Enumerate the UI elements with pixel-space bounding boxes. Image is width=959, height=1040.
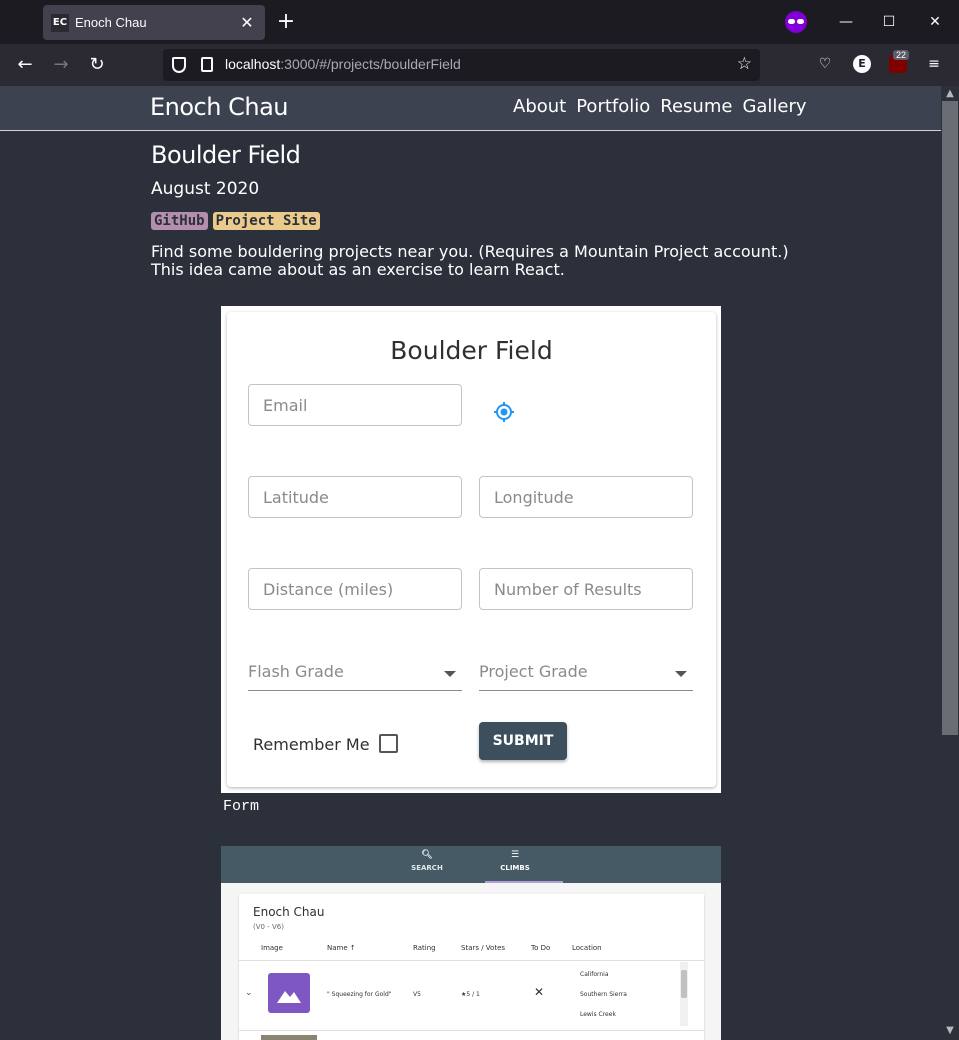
dropdown-arrow-icon — [675, 671, 687, 677]
site-header: Enoch Chau About Portfolio Resume Galler… — [0, 86, 941, 131]
url-bar[interactable]: localhost:3000/#/projects/boulderField ☆ — [163, 49, 760, 81]
my-location-icon — [494, 402, 514, 422]
email-input — [249, 385, 461, 425]
form-caption: Form — [223, 798, 260, 815]
extension-e-icon[interactable]: E — [853, 55, 871, 73]
extension-badge: 22 — [893, 50, 910, 60]
row-location-1: California — [580, 971, 609, 978]
menu-icon[interactable]: ≡ — [925, 55, 943, 73]
row-rating: V5 — [413, 991, 421, 998]
browser-navbar: ← → ↻ localhost:3000/#/projects/boulderF… — [0, 44, 959, 86]
climbs-table: Enoch Chau (V0 - V6) Image Name ↑ Rating… — [239, 894, 704, 1040]
form-screenshot: Boulder Field Email Latitude Longitude D… — [221, 306, 721, 793]
scroll-up-icon[interactable]: ▲ — [942, 88, 958, 100]
active-tab-indicator — [485, 881, 563, 883]
longitude-field — [479, 476, 693, 518]
longitude-input — [480, 477, 692, 517]
tab-title: Enoch Chau — [75, 15, 147, 30]
app-bar: 🔍︎ SEARCH ☰ CLIMBS — [221, 846, 721, 883]
remember-me-checkbox — [379, 734, 398, 753]
page-info-icon[interactable] — [201, 57, 213, 72]
forward-button[interactable]: → — [50, 54, 72, 76]
table-user: Enoch Chau — [253, 905, 325, 919]
row-location-3: Lewis Creek — [580, 1011, 616, 1018]
close-icon: ✕ — [534, 985, 545, 999]
minimize-button[interactable]: — — [836, 12, 856, 32]
nav-gallery[interactable]: Gallery — [742, 96, 806, 117]
col-todo: To Do — [531, 944, 551, 952]
results-field — [479, 568, 693, 610]
new-tab-button[interactable]: + — [276, 11, 296, 33]
project-site-link[interactable]: Project Site — [212, 212, 320, 230]
site-nav: About Portfolio Resume Gallery — [513, 96, 807, 117]
image-placeholder-icon — [268, 973, 310, 1013]
project-grade-select: Project Grade — [479, 657, 693, 691]
bookmark-star-icon[interactable]: ☆ — [737, 54, 752, 74]
chevron-down-icon: ⌄ — [245, 988, 253, 998]
browser-tab[interactable]: EC Enoch Chau ✕ — [43, 5, 265, 40]
project-links: GitHub Project Site — [151, 212, 320, 230]
browser-tabbar: EC Enoch Chau ✕ + — ☐ ✕ — [0, 0, 959, 44]
back-button[interactable]: ← — [14, 54, 36, 76]
project-date: August 2020 — [151, 179, 260, 199]
search-icon: 🔍︎ — [421, 850, 433, 860]
flash-grade-select: Flash Grade — [248, 657, 462, 691]
reload-button[interactable]: ↻ — [86, 54, 108, 76]
col-stars: Stars / Votes — [461, 944, 506, 952]
nav-about[interactable]: About — [513, 96, 566, 117]
project-grade-label: Project Grade — [479, 662, 588, 681]
next-row-thumbnail — [261, 1035, 317, 1040]
form-title: Boulder Field — [390, 336, 553, 365]
private-browsing-icon — [785, 11, 807, 33]
email-field — [248, 384, 462, 426]
project-description: Find some bouldering projects near you. … — [151, 242, 789, 279]
col-name: Name ↑ — [327, 944, 356, 952]
latitude-input — [249, 477, 461, 517]
site-brand[interactable]: Enoch Chau — [150, 93, 288, 121]
tab-climbs: ☰ CLIMBS — [485, 850, 545, 872]
page-viewport: Enoch Chau About Portfolio Resume Galler… — [0, 86, 941, 1040]
results-input — [480, 569, 692, 609]
page-scroll-thumb[interactable] — [942, 101, 958, 735]
climbs-screenshot: 🔍︎ SEARCH ☰ CLIMBS Enoch Chau (V0 - V6) Im… — [221, 846, 721, 1040]
row-location-2: Southern Sierra — [580, 991, 627, 998]
nav-portfolio[interactable]: Portfolio — [576, 96, 650, 117]
divider — [239, 960, 704, 961]
remember-me-label: Remember Me — [253, 735, 370, 754]
tab-close-icon[interactable]: ✕ — [237, 13, 257, 33]
url-text[interactable]: localhost:3000/#/projects/boulderField — [225, 56, 461, 72]
table-grade-range: (V0 - V6) — [253, 923, 284, 931]
submit-button: SUBMIT — [479, 722, 567, 760]
tab-search: 🔍︎ SEARCH — [397, 850, 457, 872]
pocket-icon[interactable]: ♡ — [816, 55, 834, 73]
close-window-button[interactable]: ✕ — [925, 12, 945, 32]
project-title: Boulder Field — [151, 141, 301, 169]
flash-grade-label: Flash Grade — [248, 662, 344, 681]
distance-field — [248, 568, 462, 610]
github-link[interactable]: GitHub — [151, 212, 208, 230]
location-scroll-thumb — [681, 970, 687, 998]
row-stars: ★5 / 1 — [461, 991, 480, 998]
scroll-down-icon[interactable]: ▼ — [942, 1025, 958, 1037]
col-location: Location — [572, 944, 602, 952]
col-rating: Rating — [413, 944, 436, 952]
col-image: Image — [261, 944, 283, 952]
divider — [239, 1030, 704, 1031]
distance-input — [249, 569, 461, 609]
row-name: " Squeezing for Gold" — [327, 991, 392, 998]
latitude-field — [248, 476, 462, 518]
list-icon: ☰ — [510, 850, 520, 860]
shield-icon[interactable] — [172, 57, 186, 73]
tab-favicon-icon: EC — [51, 13, 69, 32]
maximize-button[interactable]: ☐ — [879, 12, 899, 32]
dropdown-arrow-icon — [444, 671, 456, 677]
form-card: Boulder Field Email Latitude Longitude D… — [227, 312, 716, 787]
nav-resume[interactable]: Resume — [660, 96, 732, 117]
